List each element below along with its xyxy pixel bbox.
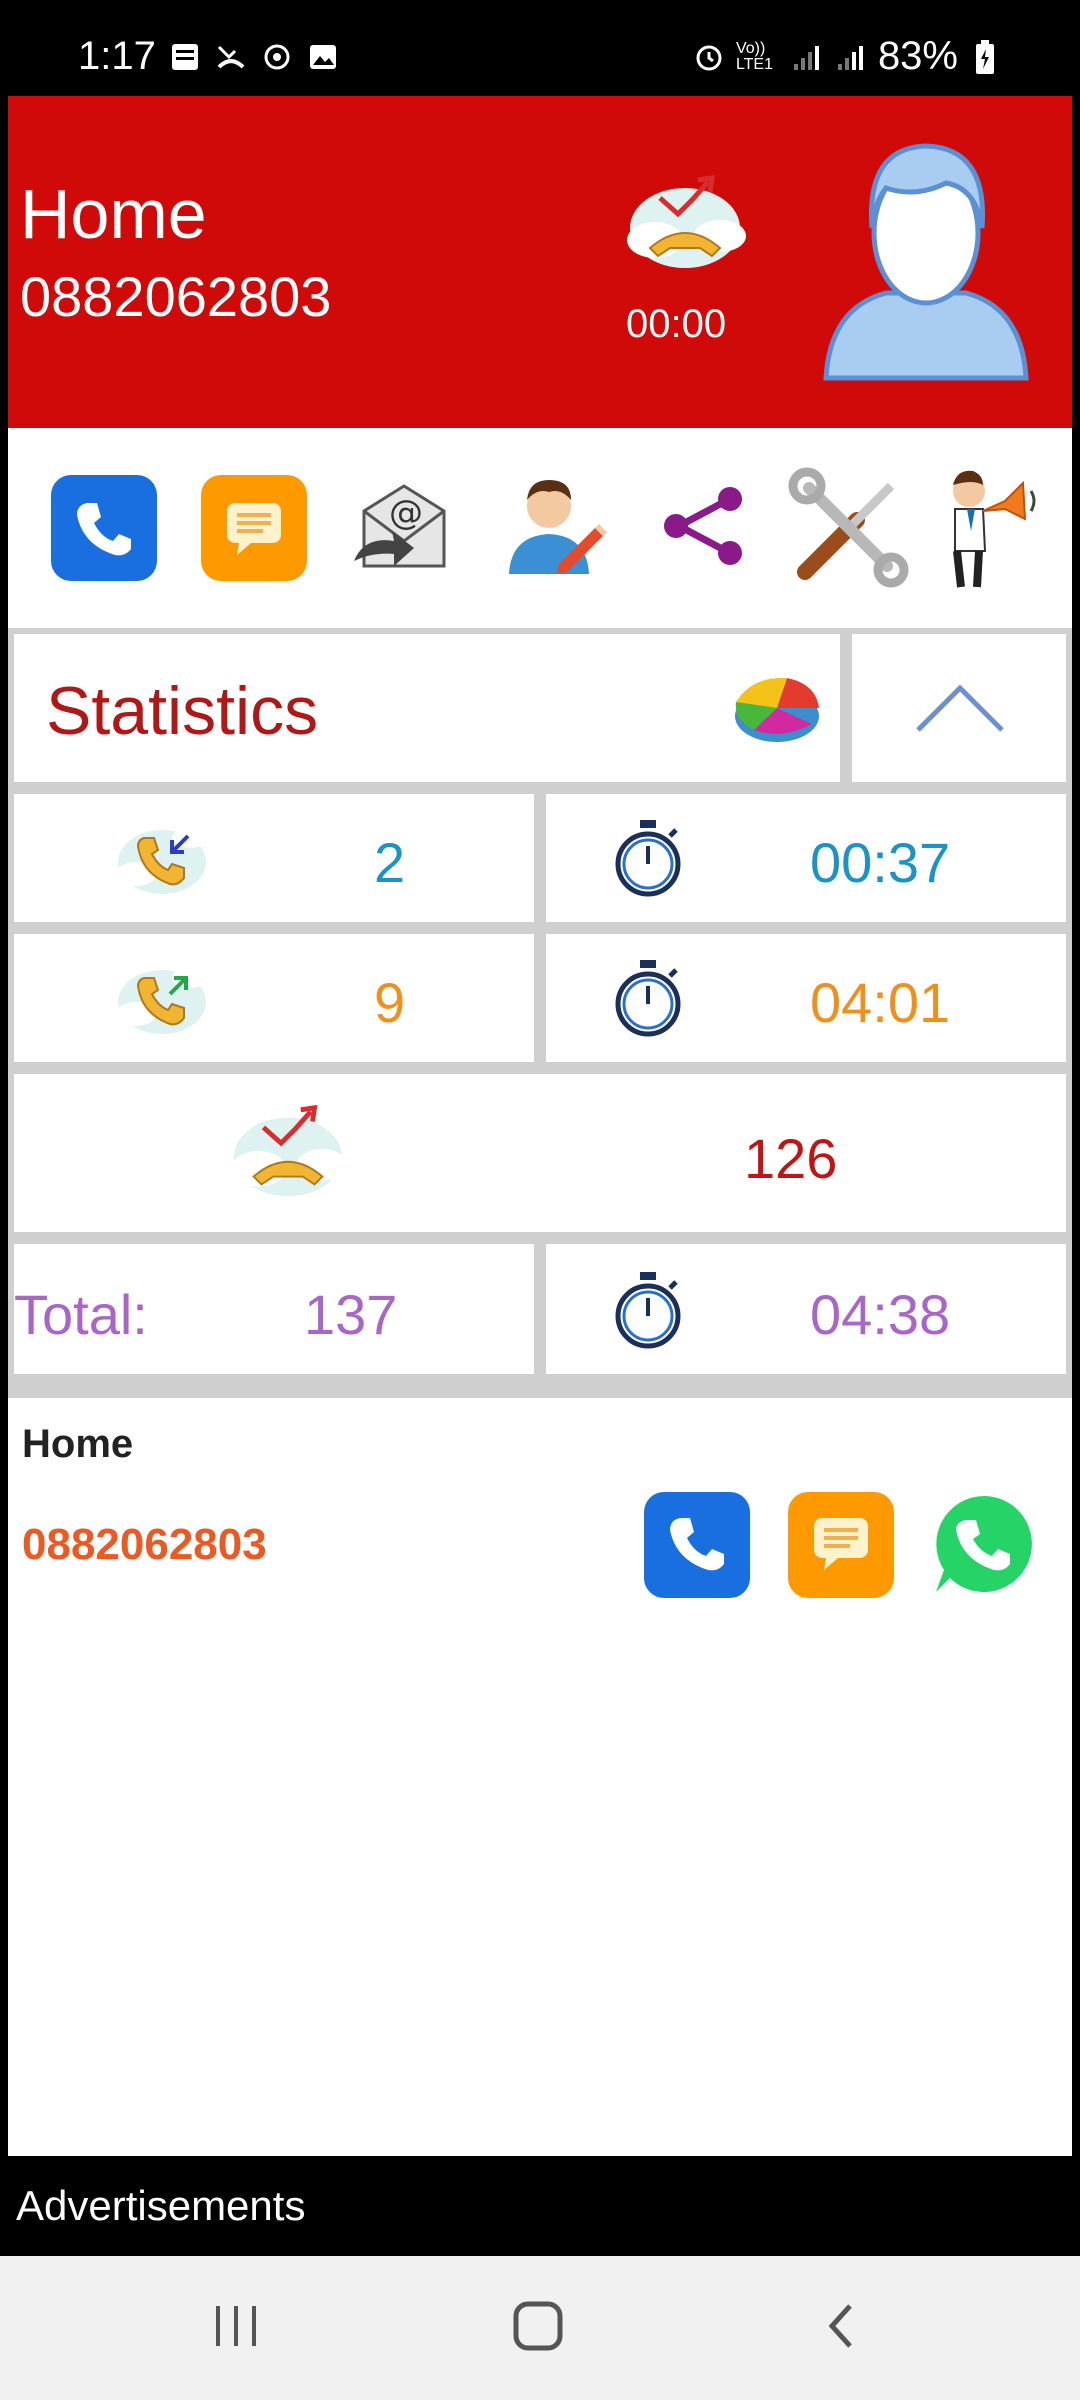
status-bar: 1:17 Vo)) LTE1 83%: [0, 0, 1080, 92]
outgoing-call-icon: [114, 954, 210, 1045]
message-button[interactable]: [194, 428, 314, 628]
email-button[interactable]: @: [344, 428, 464, 628]
image-icon: [306, 40, 340, 74]
detail-phone-number[interactable]: 0882062803: [22, 1520, 267, 1570]
whatsapp-icon: [928, 1496, 1040, 1604]
action-bar: @: [8, 428, 1072, 628]
incoming-count: 2: [374, 831, 406, 894]
email-icon: @: [344, 466, 464, 591]
total-duration: 04:38: [810, 1283, 951, 1346]
detail-contact-name: Home: [22, 1422, 134, 1466]
avatar[interactable]: [816, 138, 1036, 388]
call-duration: 00:00: [626, 302, 727, 346]
message-icon: [201, 475, 307, 581]
total-count-cell: Total: 137: [14, 1244, 534, 1374]
outgoing-duration-cell: 04:01: [546, 934, 1066, 1062]
share-button[interactable]: [644, 428, 764, 628]
missed-count: 126: [744, 1127, 838, 1190]
missed-call-cloud-icon: [224, 1098, 352, 1211]
volte-icon: Vo)) LTE1: [735, 39, 773, 73]
status-time: 1:17: [78, 34, 156, 78]
advertisements-label: Advertisements: [16, 2182, 306, 2229]
recent-apps-button[interactable]: [196, 2296, 276, 2360]
tools-icon: [787, 464, 911, 593]
pie-chart-icon: [732, 668, 822, 753]
collapse-button[interactable]: [852, 634, 1066, 782]
detail-whatsapp-button[interactable]: [928, 1488, 1040, 1600]
back-icon: [820, 2300, 860, 2357]
incoming-call-icon: [114, 814, 210, 905]
statistics-panel: Statistics 2 00:37 9 04:01 126 Total: 13…: [8, 628, 1072, 1398]
contact-number: 0882062803: [20, 265, 332, 328]
statistics-header: Statistics: [14, 634, 840, 782]
back-button[interactable]: [800, 2296, 880, 2360]
phone-icon: [662, 1508, 732, 1583]
edit-contact-icon: [499, 466, 609, 591]
stopwatch-icon: [614, 1270, 682, 1355]
message-icon: [806, 1508, 876, 1583]
chevron-up-icon: [912, 680, 1008, 741]
statistics-title: Statistics: [46, 673, 319, 749]
outgoing-count: 9: [374, 971, 406, 1034]
navigation-bar: [0, 2256, 1080, 2400]
detail-call-button[interactable]: [644, 1492, 750, 1598]
home-icon: [510, 2298, 566, 2359]
megaphone-icon: [933, 461, 1043, 596]
app-container: Home 0882062803 00:00 @ Statistics 2 00:…: [8, 96, 1072, 2156]
stopwatch-icon: [614, 818, 682, 903]
incoming-duration: 00:37: [810, 831, 951, 894]
recent-apps-icon: [210, 2302, 262, 2355]
total-label: Total:: [14, 1283, 148, 1346]
share-icon: [654, 476, 754, 581]
stopwatch-icon: [614, 958, 682, 1043]
svg-text:@: @: [389, 493, 423, 533]
missed-count-cell: 126: [14, 1074, 1066, 1232]
contact-header: Home 0882062803 00:00: [8, 96, 1072, 428]
battery-icon: [968, 39, 1002, 74]
phone-icon: [51, 475, 157, 581]
holy-bible-icon: [168, 40, 202, 74]
missed-call-cloud-icon: [620, 168, 750, 278]
home-button[interactable]: [498, 2296, 578, 2360]
total-duration-cell: 04:38: [546, 1244, 1066, 1374]
settings-button[interactable]: [784, 428, 914, 628]
call-button[interactable]: [44, 428, 164, 628]
battery-percent: 83%: [877, 34, 958, 78]
total-count: 137: [304, 1283, 398, 1346]
contact-name: Home: [20, 175, 207, 253]
alarm-icon: [692, 40, 726, 74]
outgoing-duration: 04:01: [810, 971, 951, 1034]
outgoing-count-cell: 9: [14, 934, 534, 1062]
incoming-duration-cell: 00:37: [546, 794, 1066, 922]
edit-contact-button[interactable]: [494, 428, 614, 628]
missed-call-icon: [214, 40, 248, 74]
advertisements-bar: Advertisements: [0, 2160, 1080, 2256]
signal-icon: [834, 40, 868, 74]
signal-icon: [790, 40, 824, 74]
sync-icon: [260, 40, 294, 74]
detail-message-button[interactable]: [788, 1492, 894, 1598]
incoming-count-cell: 2: [14, 794, 534, 922]
announce-button[interactable]: [928, 428, 1048, 628]
